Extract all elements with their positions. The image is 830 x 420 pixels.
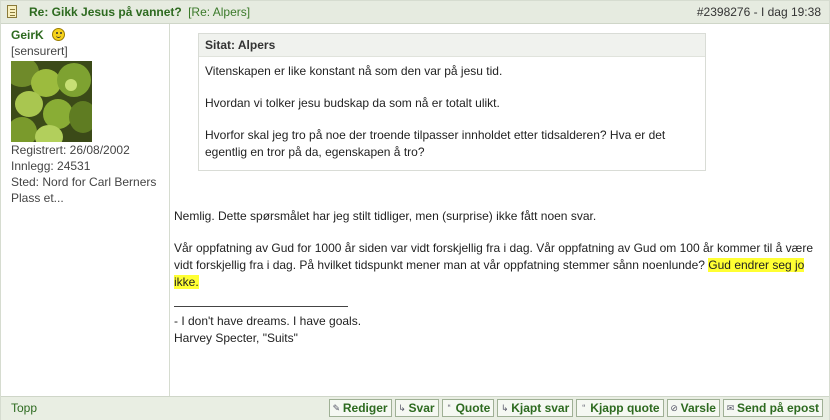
author-name[interactable]: GeirK — [11, 28, 44, 42]
quote-button[interactable]: “Quote — [441, 399, 495, 417]
smiley-icon — [52, 28, 65, 41]
forum-post: Re: Gikk Jesus på vannet? [Re: Alpers] #… — [0, 0, 830, 420]
post-time: I dag 19:38 — [760, 5, 821, 19]
body-paragraph: Nemlig. Dette spørsmålet har jeg stilt t… — [174, 209, 597, 223]
quote-line: Hvordan vi tolker jesu budskap da som nå… — [205, 96, 500, 110]
post-meta: #2398276 - I dag 19:38 — [697, 5, 821, 19]
body-paragraph: Vår oppfatning av Gud for 1000 år siden … — [174, 240, 820, 291]
author-sidebar: GeirK [sensurert] Registrert: 26/08/2002… — [1, 24, 170, 396]
post-body: Nemlig. Dette spørsmålet har jeg stilt t… — [174, 208, 820, 347]
quote-body: Vitenskapen er like konstant nå som den … — [199, 57, 705, 161]
post-id-link[interactable]: #2398276 — [697, 5, 750, 19]
post-content: Sitat: Alpers Vitenskapen er like konsta… — [172, 24, 827, 396]
quick-reply-button[interactable]: ↳ Kjapt svar — [497, 399, 574, 417]
post-title: Re: Gikk Jesus på vannet? [Re: Alpers] — [29, 5, 250, 19]
report-icon: ⊘ — [670, 403, 678, 413]
reply-icon: ↳ — [398, 403, 406, 413]
post-count: Innlegg: 24531 — [11, 159, 91, 173]
meta-separator: - — [750, 5, 761, 19]
edit-icon: ✎ — [332, 403, 341, 413]
post-subject-link[interactable]: Re: Gikk Jesus på vannet? — [29, 5, 182, 19]
quick-quote-icon: “ — [582, 403, 586, 413]
quote-line: Vitenskapen er like konstant nå som den … — [205, 64, 503, 78]
quick-reply-icon: ↳ — [500, 403, 509, 413]
avatar — [11, 61, 92, 142]
location: Sted: Nord for Carl Berners — [11, 175, 157, 189]
signature-divider — [174, 306, 348, 307]
reply-to-link[interactable]: [Re: Alpers] — [188, 5, 250, 19]
author-role: [sensurert] — [11, 44, 68, 58]
report-button[interactable]: ⊘ Varsle — [666, 399, 720, 417]
top-link[interactable]: Topp — [11, 401, 37, 415]
post-header: Re: Gikk Jesus på vannet? [Re: Alpers] #… — [1, 1, 829, 24]
location-continued: Plass et... — [11, 191, 64, 205]
quick-quote-button[interactable]: “Kjapp quote — [576, 399, 664, 417]
quote-block: Sitat: Alpers Vitenskapen er like konsta… — [198, 33, 706, 171]
edit-button[interactable]: ✎ Rediger — [328, 399, 392, 417]
signature-line: Harvey Specter, "Suits" — [174, 331, 298, 345]
envelope-icon: ✉ — [726, 403, 735, 413]
quote-line: Hvorfor skal jeg tro på noe der troende … — [205, 128, 666, 159]
email-button[interactable]: ✉ Send på epost — [722, 399, 823, 417]
registered-date: Registrert: 26/08/2002 — [11, 143, 130, 157]
signature-line: - I don't have dreams. I have goals. — [174, 314, 362, 328]
quote-icon: “ — [447, 403, 451, 413]
document-icon — [7, 5, 17, 18]
post-footer: Topp ✎ Rediger ↳ Svar “Quote ↳ Kjapt svar “… — [1, 396, 829, 420]
quote-header: Sitat: Alpers — [199, 34, 705, 57]
action-buttons: ✎ Rediger ↳ Svar “Quote ↳ Kjapt svar “Kjapp… — [328, 399, 823, 417]
reply-button[interactable]: ↳ Svar — [394, 399, 439, 417]
